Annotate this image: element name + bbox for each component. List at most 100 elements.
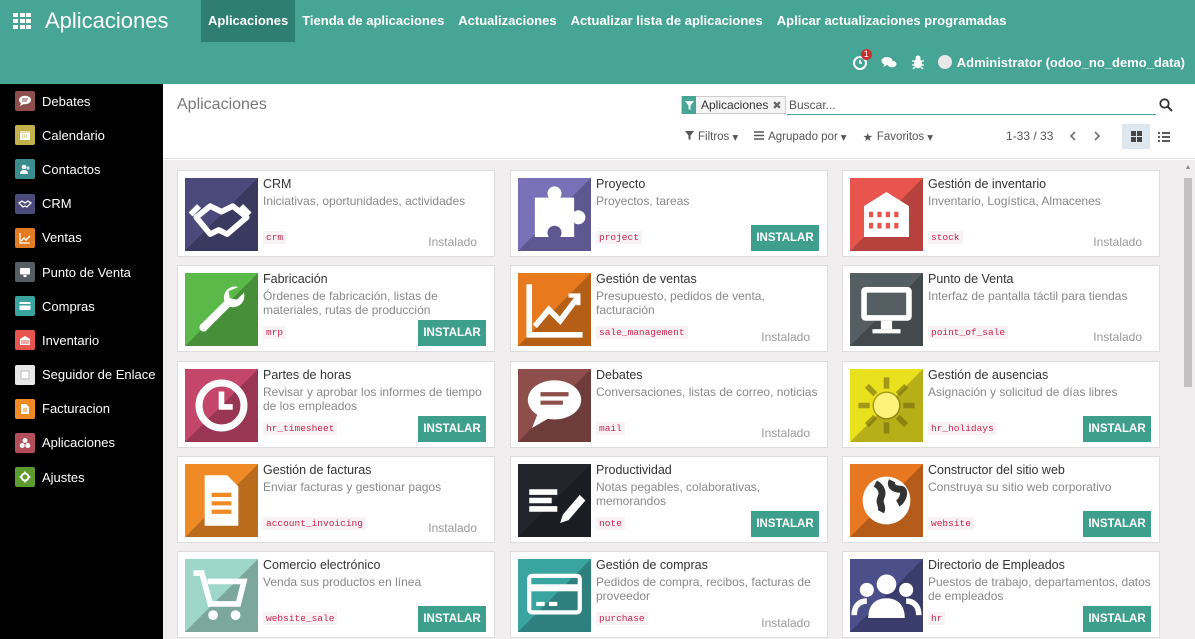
app-summary: Asignación y solicitud de días libres <box>928 385 1118 399</box>
app-name: Comercio electrónico <box>263 558 381 572</box>
app-summary: Inventario, Logística, Almacenes <box>928 194 1101 208</box>
search-input[interactable] <box>787 96 1156 115</box>
app-card[interactable]: Proyecto Proyectos, tareas project INSTALAR <box>510 170 828 257</box>
app-technical-name: mail <box>596 422 625 435</box>
search-icon[interactable] <box>1159 98 1175 114</box>
install-button[interactable]: INSTALAR <box>1083 416 1151 442</box>
list-view-icon[interactable] <box>1150 124 1178 149</box>
app-summary: Órdenes de fabricación, listas de materi… <box>263 289 438 317</box>
app-card[interactable]: Debates Conversaciones, listas de correo,… <box>510 361 828 448</box>
sidebar-item-compras[interactable]: Compras <box>0 289 163 323</box>
app-switcher-icon[interactable] <box>13 13 31 29</box>
sidebar-item-label: Inventario <box>42 332 100 348</box>
groupby-dropdown[interactable]: Agrupado por ▾ <box>754 130 847 144</box>
shopping-cart-icon <box>185 559 258 632</box>
sidebar-item-crm[interactable]: CRM <box>0 187 163 221</box>
activity-clock-icon[interactable]: 1 <box>852 49 872 70</box>
app-card[interactable]: Productividad Notas pegables, colaborativ… <box>510 456 828 543</box>
top-menu-tienda[interactable]: Tienda de aplicaciones <box>295 0 451 42</box>
sidebar-item-label: Facturacion <box>42 401 110 417</box>
caret-down-icon: ▾ <box>840 132 847 144</box>
search-view: Aplicaciones ✖ <box>681 96 1156 116</box>
monitor-icon <box>15 262 35 283</box>
filter-icon <box>685 131 694 143</box>
clock-icon <box>185 369 258 442</box>
avatar <box>937 55 952 69</box>
top-menu-actualizar-lista[interactable]: Actualizar lista de aplicaciones <box>564 0 770 42</box>
top-menu-aplicar-actualizaciones[interactable]: Aplicar actualizaciones programadas <box>770 0 1014 42</box>
install-button[interactable]: INSTALAR <box>751 511 819 537</box>
scrollbar[interactable]: ▲ <box>1183 160 1193 639</box>
facet-remove-icon[interactable]: ✖ <box>772 99 781 112</box>
credit-card-icon <box>518 559 591 632</box>
puzzle-icon <box>518 178 591 251</box>
installed-label: Instalado <box>761 426 810 440</box>
pager-next-icon[interactable] <box>1085 127 1109 145</box>
sidebar-item-debates[interactable]: Debates <box>0 84 163 118</box>
app-card[interactable]: CRM Iniciativas, oportunidades, actividad… <box>177 170 495 257</box>
app-summary: Interfaz de pantalla táctil para tiendas <box>928 289 1128 303</box>
pager-value[interactable]: 1-33 / 33 <box>1006 129 1053 143</box>
app-card[interactable]: Punto de Venta Interfaz de pantalla tácti… <box>842 265 1160 352</box>
scroll-thumb[interactable] <box>1184 178 1192 387</box>
app-card[interactable]: Constructor del sitio web Construya su si… <box>842 456 1160 543</box>
install-button[interactable]: INSTALAR <box>418 416 486 442</box>
sidebar-item-ajustes[interactable]: Ajustes <box>0 460 163 494</box>
app-card[interactable]: Gestión de facturas Enviar facturas y ges… <box>177 456 495 543</box>
app-summary: Venda sus productos en línea <box>263 575 422 589</box>
invoice-icon <box>185 464 258 537</box>
installed-label: Instalado <box>1093 235 1142 249</box>
app-summary: Puestos de trabajo, departamentos, datos… <box>928 575 1151 603</box>
app-name: Gestión de ventas <box>596 272 697 286</box>
app-technical-name: note <box>596 517 625 530</box>
app-summary: Presupuesto, pedidos de venta, facturaci… <box>596 289 765 317</box>
messaging-icon[interactable] <box>881 54 897 70</box>
sidebar-item-seguidor-de-enlace[interactable]: Seguidor de Enlace <box>0 358 163 392</box>
app-card[interactable]: Fabricación Órdenes de fabricación, lista… <box>177 265 495 352</box>
app-technical-name: project <box>596 231 642 244</box>
search-facet[interactable]: Aplicaciones ✖ <box>681 96 786 114</box>
sidebar-item-inventario[interactable]: Inventario <box>0 323 163 357</box>
sidebar-item-contactos[interactable]: Contactos <box>0 152 163 186</box>
app-card[interactable]: Gestión de inventario Inventario, Logísti… <box>842 170 1160 257</box>
app-card[interactable]: Gestión de compras Pedidos de compra, rec… <box>510 551 828 638</box>
sidebar-item-ventas[interactable]: Ventas <box>0 221 163 255</box>
app-name: Gestión de compras <box>596 558 708 572</box>
top-menu-actualizaciones[interactable]: Actualizaciones <box>451 0 563 42</box>
install-button[interactable]: INSTALAR <box>418 606 486 632</box>
app-card[interactable]: Directorio de Empleados Puestos de trabaj… <box>842 551 1160 638</box>
install-button[interactable]: INSTALAR <box>751 225 819 251</box>
install-button[interactable]: INSTALAR <box>1083 511 1151 537</box>
sidebar-item-facturacion[interactable]: Facturacion <box>0 392 163 426</box>
debug-bug-icon[interactable] <box>910 54 926 70</box>
sidebar-item-label: Seguidor de Enlace <box>42 367 156 383</box>
app-card[interactable]: Partes de horas Revisar y aprobar los inf… <box>177 361 495 448</box>
facet-label: Aplicaciones <box>701 98 769 112</box>
bars-icon <box>754 131 765 143</box>
app-card[interactable]: Gestión de ventas Presupuesto, pedidos de… <box>510 265 828 352</box>
install-button[interactable]: INSTALAR <box>418 320 486 346</box>
install-button[interactable]: INSTALAR <box>1083 606 1151 632</box>
sidebar-item-aplicaciones[interactable]: Aplicaciones <box>0 426 163 460</box>
user-menu[interactable]: Administrator (odoo_no_demo_data) <box>937 54 1185 70</box>
app-card[interactable]: Comercio electrónico Venda sus productos … <box>177 551 495 638</box>
app-summary: Construya su sitio web corporativo <box>928 480 1112 494</box>
sidebar-item-label: Ventas <box>42 230 82 246</box>
sidebar-item-label: Ajustes <box>42 469 85 485</box>
filters-dropdown[interactable]: Filtros ▾ <box>685 130 738 144</box>
sidebar-item-calendario[interactable]: Calendario <box>0 118 163 152</box>
app-summary: Conversaciones, listas de correo, notici… <box>596 385 818 399</box>
pager-previous-icon[interactable] <box>1061 127 1085 145</box>
sidebar-item-punto-de-venta[interactable]: Punto de Venta <box>0 255 163 289</box>
favorites-dropdown[interactable]: ★ Favoritos ▾ <box>863 130 933 144</box>
kanban-view-icon[interactable] <box>1122 124 1150 149</box>
app-technical-name: crm <box>263 231 287 244</box>
app-name: Punto de Venta <box>928 272 1014 286</box>
app-technical-name: stock <box>928 231 963 244</box>
scroll-up-icon[interactable]: ▲ <box>1183 164 1193 172</box>
favorites-label: Favoritos <box>876 131 925 143</box>
user-name: Administrator (odoo_no_demo_data) <box>956 54 1185 70</box>
top-menu-aplicaciones[interactable]: Aplicaciones <box>201 0 296 42</box>
calendar-icon <box>15 125 35 146</box>
app-card[interactable]: Gestión de ausencias Asignación y solicit… <box>842 361 1160 448</box>
